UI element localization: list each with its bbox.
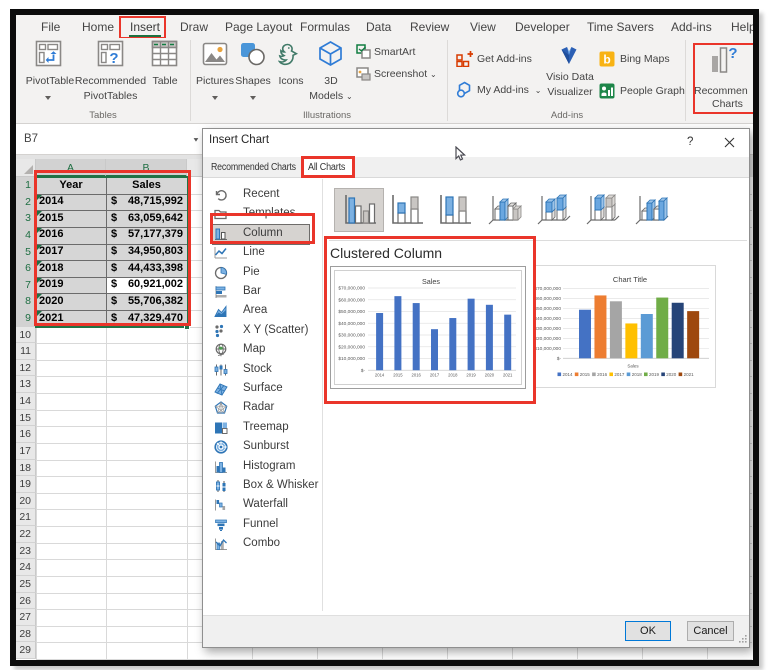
svg-text:$30,000,000: $30,000,000 <box>535 326 561 332</box>
svg-text:2014: 2014 <box>563 372 574 377</box>
svg-text:2018: 2018 <box>632 372 643 377</box>
svg-text:?: ? <box>109 50 118 67</box>
svg-text:2015: 2015 <box>580 372 591 377</box>
svg-text:$-: $- <box>557 356 562 362</box>
svg-text:2017: 2017 <box>614 372 625 377</box>
svg-text:$50,000,000: $50,000,000 <box>535 306 561 312</box>
svg-text:$60,000,000: $60,000,000 <box>535 296 561 302</box>
svg-text:2021: 2021 <box>684 372 695 377</box>
svg-text:$40,000,000: $40,000,000 <box>535 316 561 322</box>
svg-text:Chart Title: Chart Title <box>613 275 647 284</box>
svg-text:$20,000,000: $20,000,000 <box>535 336 561 342</box>
svg-text:$70,000,000: $70,000,000 <box>535 286 561 292</box>
svg-text:$10,000,000: $10,000,000 <box>535 346 561 352</box>
svg-text:b: b <box>603 53 610 67</box>
svg-text:2016: 2016 <box>597 372 608 377</box>
svg-text:2020: 2020 <box>666 372 677 377</box>
svg-text:2019: 2019 <box>649 372 660 377</box>
svg-text:Sales: Sales <box>627 364 639 369</box>
